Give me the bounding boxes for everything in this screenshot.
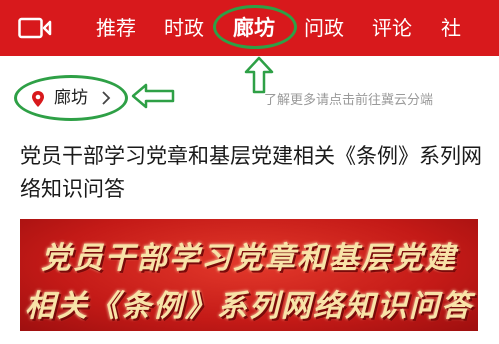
hint-text[interactable]: 了解更多请点击前往冀云分端 xyxy=(264,89,433,108)
tab-politics[interactable]: 时政 xyxy=(164,14,204,42)
article-title[interactable]: 党员干部学习党章和基层党建相关《条例》系列网络知识问答 xyxy=(20,140,482,206)
tab-society-partial[interactable]: 社 xyxy=(441,14,463,42)
video-camera-icon[interactable] xyxy=(18,17,52,39)
annotation-left-arrow-icon xyxy=(131,83,175,109)
tab-recommend[interactable]: 推荐 xyxy=(96,14,136,42)
article-banner-image[interactable]: 党员干部学习党章和基层党建 相关《条例》系列网络知识问答 xyxy=(20,219,478,331)
banner-text-line1: 党员干部学习党章和基层党建 xyxy=(41,241,457,276)
tab-comment[interactable]: 评论 xyxy=(372,14,412,42)
annotation-oval-location xyxy=(14,75,128,121)
tab-inquiry[interactable]: 问政 xyxy=(304,14,344,42)
annotation-oval-tab xyxy=(213,5,297,49)
banner-text-line2: 相关《条例》系列网络知识问答 xyxy=(25,289,473,324)
